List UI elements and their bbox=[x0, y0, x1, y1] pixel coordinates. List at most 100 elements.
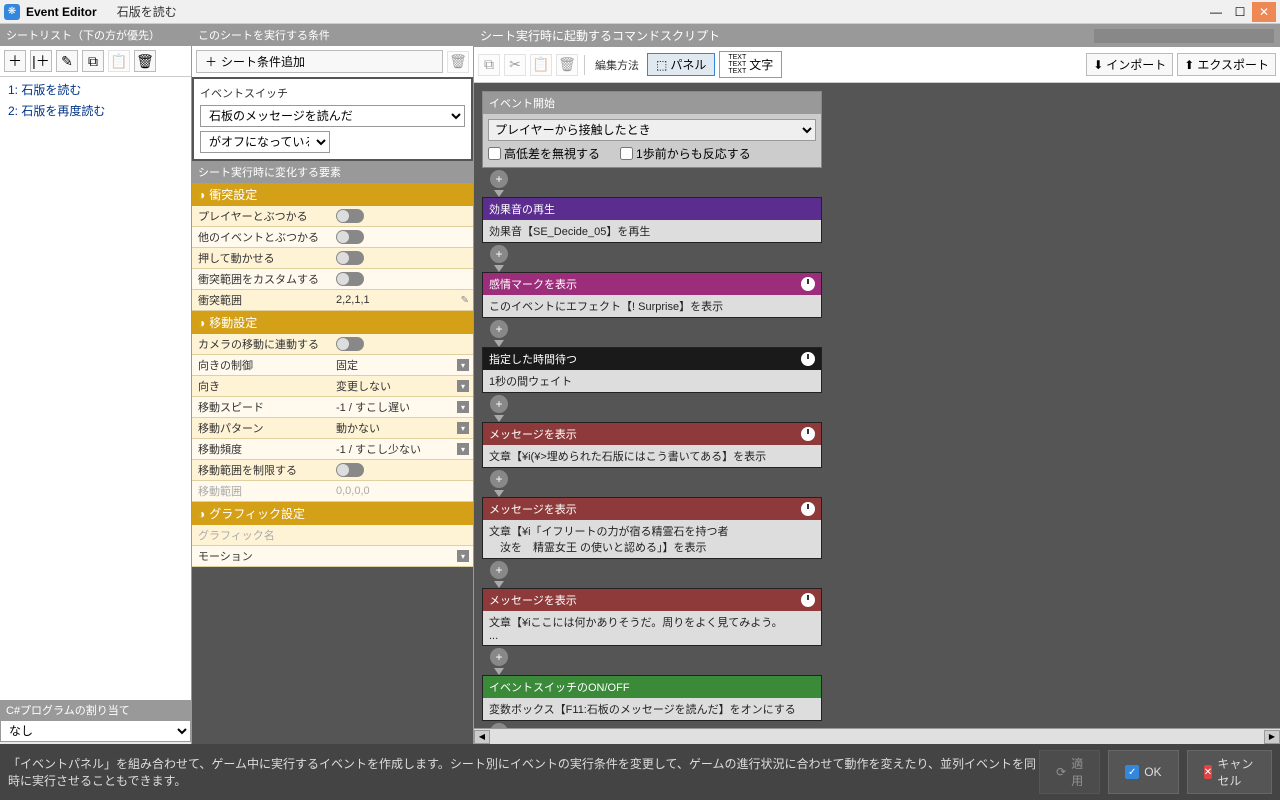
add-node-button[interactable]: + bbox=[490, 648, 508, 666]
maximize-button[interactable]: ☐ bbox=[1228, 2, 1252, 22]
arrow-down-icon bbox=[494, 581, 504, 588]
property-label: 衝突範囲をカスタムする bbox=[192, 269, 330, 289]
delete-node-button[interactable]: 🗑 bbox=[556, 54, 578, 76]
copy-node-button[interactable]: ⧉ bbox=[478, 54, 500, 76]
cancel-button[interactable]: ✕キャンセル bbox=[1187, 750, 1272, 794]
toggle-switch[interactable] bbox=[336, 230, 364, 244]
property-value[interactable] bbox=[330, 335, 473, 353]
script-node[interactable]: メッセージを表示文章【¥iここには何かありそうだ。周りをよく見てみよう。... bbox=[482, 588, 822, 646]
chevron-down-icon: ▾ bbox=[457, 401, 469, 413]
property-row: グラフィック名 bbox=[192, 525, 473, 546]
add-node-button[interactable]: + bbox=[490, 245, 508, 263]
event-name: 石版を読む bbox=[117, 3, 177, 20]
minimize-button[interactable]: — bbox=[1204, 2, 1228, 22]
csharp-select[interactable]: なし bbox=[0, 720, 191, 742]
property-value[interactable] bbox=[330, 207, 473, 225]
add-node-button[interactable]: + bbox=[490, 470, 508, 488]
toggle-switch[interactable] bbox=[336, 463, 364, 477]
add-condition-button[interactable]: ＋シート条件追加 bbox=[196, 50, 443, 73]
move-section-header[interactable]: ◑移動設定 bbox=[192, 311, 473, 334]
add-node-button[interactable]: + bbox=[490, 723, 508, 728]
script-search-input[interactable] bbox=[1094, 29, 1274, 43]
node-title: イベントスイッチのON/OFF bbox=[483, 676, 821, 698]
import-button[interactable]: ⬇インポート bbox=[1086, 53, 1173, 76]
property-value[interactable] bbox=[330, 249, 473, 267]
script-node[interactable]: 効果音の再生効果音【SE_Decide_05】を再生 bbox=[482, 197, 822, 243]
toggle-switch[interactable] bbox=[336, 272, 364, 286]
scroll-left-button[interactable]: ◀ bbox=[474, 730, 490, 744]
property-row: 移動頻度-1 / すこし少ない▾ bbox=[192, 439, 473, 460]
arrow-down-icon bbox=[494, 265, 504, 272]
horizontal-scrollbar[interactable]: ◀ ▶ bbox=[474, 728, 1280, 744]
apply-button[interactable]: ⟳適用 bbox=[1039, 750, 1100, 794]
property-value[interactable] bbox=[330, 533, 473, 537]
change-elements-header: シート実行時に変化する要素 bbox=[192, 161, 473, 183]
script-node[interactable]: 感情マークを表示このイベントにエフェクト【! Surprise】を表示 bbox=[482, 272, 822, 318]
sheet-item[interactable]: 1: 石版を読む bbox=[2, 79, 189, 100]
event-start-node[interactable]: イベント開始 プレイヤーから接触したとき 高低差を無視する 1歩前からも反応する bbox=[482, 91, 822, 168]
property-value[interactable] bbox=[330, 461, 473, 479]
property-value[interactable]: 動かない▾ bbox=[330, 418, 473, 438]
property-row: 衝突範囲2,2,1,1✎ bbox=[192, 290, 473, 311]
paste-node-button[interactable]: 📋 bbox=[530, 54, 552, 76]
property-row: 衝突範囲をカスタムする bbox=[192, 269, 473, 290]
clock-icon bbox=[801, 352, 815, 366]
property-value[interactable]: 0,0,0,0 bbox=[330, 483, 473, 499]
toggle-switch[interactable] bbox=[336, 337, 364, 351]
script-canvas[interactable]: イベント開始 プレイヤーから接触したとき 高低差を無視する 1歩前からも反応する… bbox=[474, 83, 1280, 728]
arrow-down-icon bbox=[494, 415, 504, 422]
property-value[interactable]: ▾ bbox=[330, 554, 473, 558]
insert-sheet-button[interactable]: |＋ bbox=[30, 50, 52, 72]
import-icon: ⬇ bbox=[1093, 58, 1103, 72]
edit-sheet-button[interactable]: ✎ bbox=[56, 50, 78, 72]
add-node-button[interactable]: + bbox=[490, 170, 508, 188]
script-node[interactable]: メッセージを表示文章【¥i「イフリートの力が宿る精霊石を持つ者 汝を 精霊女王 … bbox=[482, 497, 822, 559]
condition-switch-select[interactable]: 石板のメッセージを読んだ bbox=[200, 105, 465, 127]
add-node-button[interactable]: + bbox=[490, 320, 508, 338]
scroll-right-button[interactable]: ▶ bbox=[1264, 730, 1280, 744]
csharp-header: C#プログラムの割り当て bbox=[0, 700, 191, 720]
property-value[interactable]: 固定▾ bbox=[330, 355, 473, 375]
script-node[interactable]: メッセージを表示文章【¥i(¥>埋められた石版にはこう書いてある】を表示 bbox=[482, 422, 822, 468]
export-button[interactable]: ⬆エクスポート bbox=[1177, 53, 1276, 76]
close-button[interactable]: ✕ bbox=[1252, 2, 1276, 22]
script-node[interactable]: イベントスイッチのON/OFF変数ボックス【F11:石板のメッセージを読んだ】を… bbox=[482, 675, 822, 721]
add-sheet-button[interactable]: ＋ bbox=[4, 50, 26, 72]
text-icon: TEXTTEXTTEXT bbox=[728, 54, 746, 75]
add-node-button[interactable]: + bbox=[490, 561, 508, 579]
copy-sheet-button[interactable]: ⧉ bbox=[82, 50, 104, 72]
property-value[interactable] bbox=[330, 270, 473, 288]
graphic-section-header[interactable]: ◑グラフィック設定 bbox=[192, 502, 473, 525]
toggle-switch[interactable] bbox=[336, 209, 364, 223]
hint-bar: 「イベントパネル」を組み合わせて、ゲーム中に実行するイベントを作成します。シート… bbox=[0, 744, 1280, 800]
cut-node-button[interactable]: ✂ bbox=[504, 54, 526, 76]
property-value[interactable] bbox=[330, 228, 473, 246]
property-label: グラフィック名 bbox=[192, 525, 330, 545]
property-value[interactable]: -1 / すこし少ない▾ bbox=[330, 439, 473, 459]
script-node[interactable]: 指定した時間待つ1秒の間ウェイト bbox=[482, 347, 822, 393]
property-value[interactable]: -1 / すこし遅い▾ bbox=[330, 397, 473, 417]
node-body: このイベントにエフェクト【! Surprise】を表示 bbox=[483, 295, 821, 317]
delete-condition-button[interactable]: 🗑 bbox=[447, 51, 469, 73]
tab-panel[interactable]: ⬚パネル bbox=[647, 53, 715, 76]
paste-sheet-button[interactable]: 📋 bbox=[108, 50, 130, 72]
tab-text[interactable]: TEXTTEXTTEXT文字 bbox=[719, 51, 782, 78]
sheet-item[interactable]: 2: 石版を再度読む bbox=[2, 100, 189, 121]
script-header: シート実行時に起動するコマンドスクリプト bbox=[474, 24, 1280, 47]
delete-sheet-button[interactable]: 🗑 bbox=[134, 50, 156, 72]
node-body: 1秒の間ウェイト bbox=[483, 370, 821, 392]
property-value[interactable]: 変更しない▾ bbox=[330, 376, 473, 396]
toggle-switch[interactable] bbox=[336, 251, 364, 265]
property-row: 向きの制御固定▾ bbox=[192, 355, 473, 376]
clock-icon bbox=[801, 277, 815, 291]
add-node-button[interactable]: + bbox=[490, 395, 508, 413]
ignore-height-checkbox[interactable]: 高低差を無視する bbox=[488, 145, 600, 162]
arrow-down-icon bbox=[494, 340, 504, 347]
one-step-checkbox[interactable]: 1歩前からも反応する bbox=[620, 145, 751, 162]
collision-section-header[interactable]: ◑衝突設定 bbox=[192, 183, 473, 206]
ok-button[interactable]: ✓OK bbox=[1108, 750, 1178, 794]
property-value[interactable]: 2,2,1,1✎ bbox=[330, 292, 473, 308]
trigger-select[interactable]: プレイヤーから接触したとき bbox=[488, 119, 816, 141]
condition-state-select[interactable]: がオフになっている bbox=[200, 131, 330, 153]
condition-header: このシートを実行する条件 bbox=[192, 24, 473, 46]
